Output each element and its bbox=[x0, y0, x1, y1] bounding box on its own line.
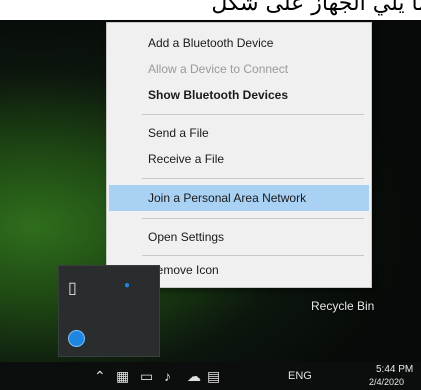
network-icon[interactable]: ▦ bbox=[116, 367, 129, 385]
monitor-icon[interactable]: ▭ bbox=[140, 367, 153, 385]
overlay-arabic-text: ما يلي الجهاز على شكل bbox=[150, 0, 421, 18]
menu-separator bbox=[142, 255, 364, 256]
bluetooth-icon[interactable] bbox=[68, 330, 85, 347]
menu-item-allow-device-to-connect: Allow a Device to Connect bbox=[148, 62, 289, 76]
menu-item-send-file[interactable]: Send a File bbox=[107, 120, 371, 146]
usb-device-icon[interactable]: ▯ bbox=[68, 278, 77, 298]
menu-item-open-settings[interactable]: Open Settings bbox=[107, 224, 371, 250]
taskbar: ⌃ ▦ ▭ ♪ ☁ ▤ ENG 5:44 PM 2/4/2020 bbox=[0, 362, 421, 390]
menu-separator bbox=[142, 178, 364, 179]
menu-item-show-bluetooth-devices[interactable]: Show Bluetooth Devices bbox=[107, 82, 371, 108]
keyboard-icon[interactable]: ▤ bbox=[207, 367, 220, 385]
clock-date[interactable]: 2/4/2020 bbox=[369, 377, 404, 387]
onedrive-icon[interactable]: ☁ bbox=[187, 367, 201, 385]
clock-time[interactable]: 5:44 PM bbox=[376, 364, 413, 375]
recycle-bin-label[interactable]: Recycle Bin bbox=[311, 299, 374, 313]
tray-overflow-flyout: ▯ ● bbox=[58, 265, 160, 357]
volume-icon[interactable]: ♪ bbox=[164, 367, 171, 385]
menu-separator bbox=[142, 114, 364, 115]
language-indicator[interactable]: ENG bbox=[288, 370, 312, 382]
menu-item-receive-file[interactable]: Receive a File bbox=[107, 146, 371, 172]
menu-separator bbox=[142, 218, 364, 219]
bluetooth-tray-small-icon[interactable]: ● bbox=[124, 280, 130, 291]
menu-item-add-bluetooth-device[interactable]: Add a Bluetooth Device bbox=[107, 30, 371, 56]
menu-item-join-personal-area-network[interactable]: Join a Personal Area Network bbox=[109, 185, 369, 211]
bluetooth-context-menu: Add a Bluetooth Device Allow a Device to… bbox=[106, 22, 372, 288]
chevron-up-icon[interactable]: ⌃ bbox=[94, 367, 106, 385]
